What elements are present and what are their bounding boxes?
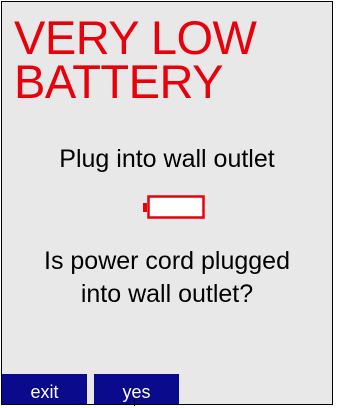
alert-title: VERY LOW BATTERY [14, 14, 257, 105]
yes-button[interactable]: yes [94, 374, 179, 404]
question-line2: into wall outlet? [80, 280, 254, 308]
alert-title-line2: BATTERY [14, 55, 223, 108]
pointer-cursor [134, 398, 135, 406]
empty-battery-icon [143, 195, 205, 219]
question-line1: Is power cord plugged [44, 247, 290, 275]
exit-button[interactable]: exit [2, 374, 87, 404]
instruction-text: Plug into wall outlet [59, 145, 275, 173]
device-screen: VERY LOW BATTERY Plug into wall outlet I… [1, 1, 333, 405]
question-text: Is power cord plugged into wall outlet? [2, 245, 332, 311]
